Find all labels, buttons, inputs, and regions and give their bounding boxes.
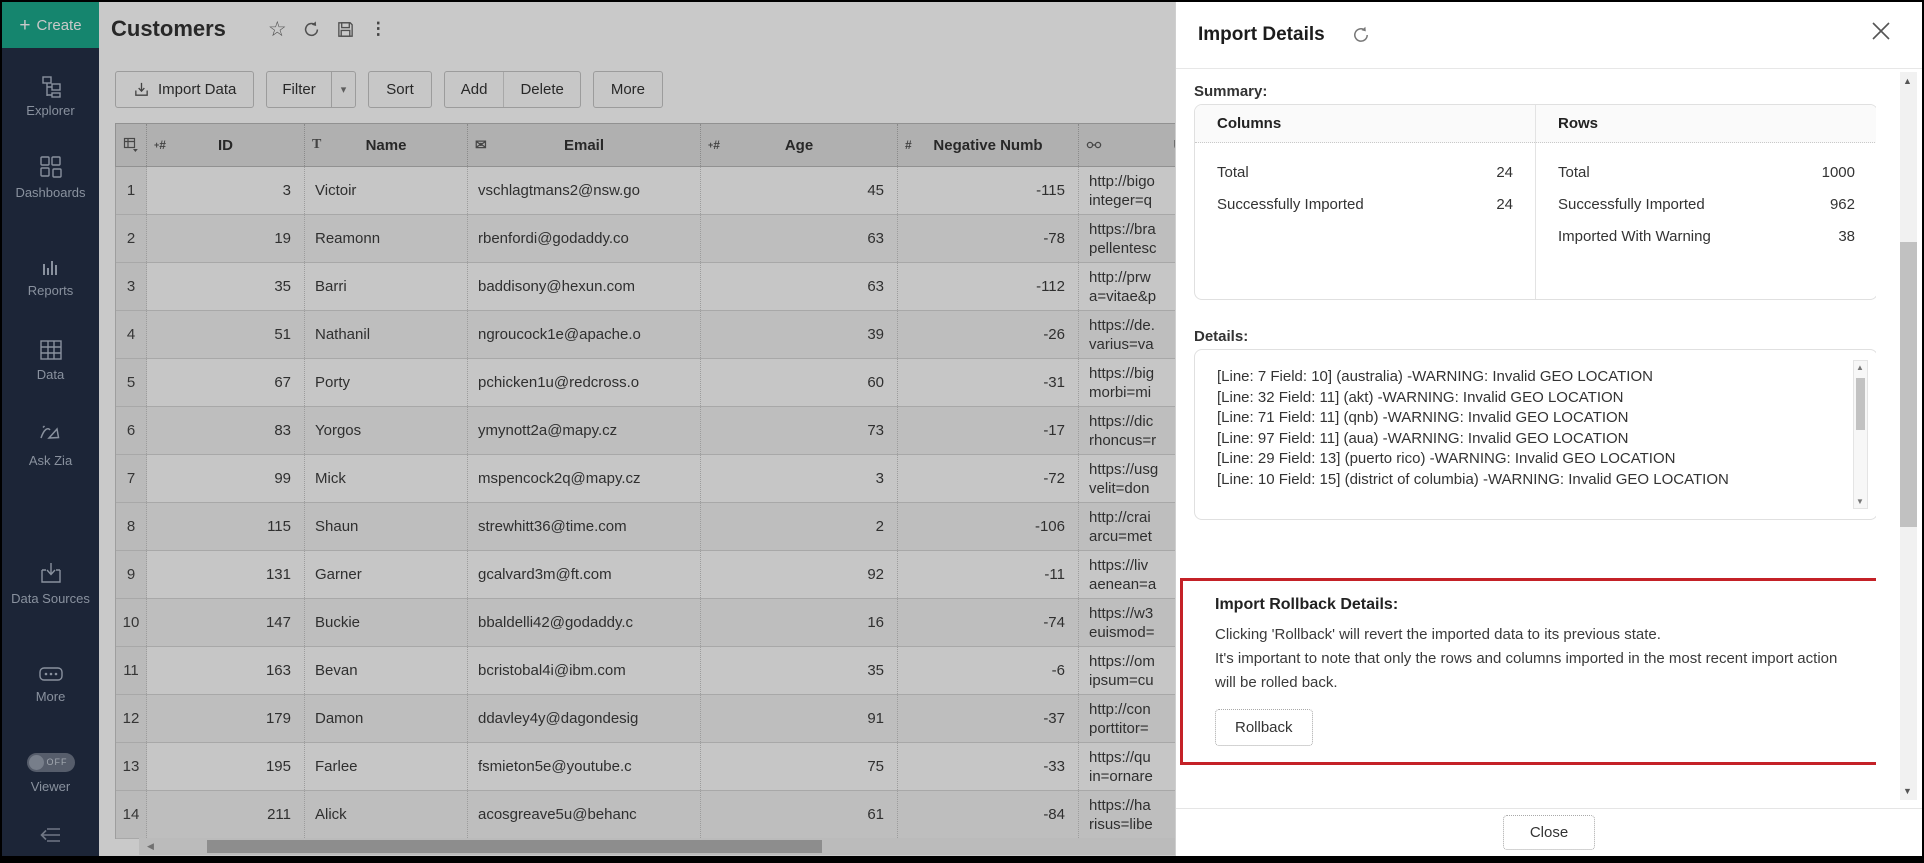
rollback-description-line: It's important to note that only the row… (1215, 647, 1860, 695)
panel-scrollbar[interactable]: ▲ ▼ (1900, 72, 1917, 800)
details-warning-line: [Line: 7 Field: 10] (australia) -WARNING… (1217, 367, 1833, 388)
summary-row-label: Successfully Imported (1558, 196, 1705, 213)
rollback-description: Clicking 'Rollback' will revert the impo… (1215, 623, 1860, 695)
panel-close-icon[interactable] (1868, 18, 1894, 49)
details-label: Details: (1194, 328, 1876, 345)
details-card: [Line: 7 Field: 10] (australia) -WARNING… (1194, 349, 1876, 520)
summary-columns-section: Columns Total 24 Successfully Imported 2… (1195, 105, 1536, 299)
panel-refresh-icon[interactable] (1351, 25, 1371, 45)
rollback-description-line: Clicking 'Rollback' will revert the impo… (1215, 623, 1860, 647)
scroll-up-arrow-icon[interactable]: ▲ (1856, 363, 1864, 372)
summary-rows-section: Rows Total 1000 Successfully Imported 96… (1536, 105, 1876, 299)
summary-label: Summary: (1194, 83, 1876, 100)
scroll-down-arrow-icon[interactable]: ▼ (1856, 497, 1864, 506)
summary-row: Total 1000 (1558, 164, 1855, 181)
details-warning-line: [Line: 10 Field: 15] (district of columb… (1217, 470, 1833, 491)
panel-scrollbar-thumb[interactable] (1900, 242, 1917, 527)
scroll-down-arrow-icon[interactable]: ▼ (1903, 786, 1912, 796)
details-warning-line: [Line: 32 Field: 11] (akt) -WARNING: Inv… (1217, 388, 1833, 409)
summary-row: Total 24 (1217, 164, 1513, 181)
panel-footer: Close (1176, 808, 1922, 856)
summary-row-value: 1000 (1822, 164, 1855, 181)
details-warning-line: [Line: 71 Field: 11] (qnb) -WARNING: Inv… (1217, 408, 1833, 429)
summary-row: Imported With Warning 38 (1558, 228, 1855, 245)
window-bottom-border (2, 856, 1922, 861)
summary-row: Successfully Imported 962 (1558, 196, 1855, 213)
summary-row-label: Total (1558, 164, 1590, 181)
rollback-button[interactable]: Rollback (1215, 709, 1313, 746)
summary-columns-header: Columns (1195, 105, 1535, 143)
import-details-panel: Import Details Summary: Columns Total 24 (1175, 2, 1922, 856)
panel-header: Import Details (1176, 2, 1922, 69)
summary-row-value: 24 (1496, 164, 1513, 181)
summary-row-label: Successfully Imported (1217, 196, 1364, 213)
details-scrollbar[interactable]: ▲ ▼ (1853, 360, 1868, 509)
panel-body: Summary: Columns Total 24 Successfully I… (1176, 70, 1876, 808)
panel-title: Import Details (1198, 24, 1325, 46)
scroll-up-arrow-icon[interactable]: ▲ (1903, 76, 1912, 86)
summary-row-value: 38 (1838, 228, 1855, 245)
details-scrollbar-thumb[interactable] (1856, 378, 1865, 430)
details-warning-line: [Line: 29 Field: 13] (puerto rico) -WARN… (1217, 449, 1833, 470)
summary-row: Successfully Imported 24 (1217, 196, 1513, 213)
details-lines: [Line: 7 Field: 10] (australia) -WARNING… (1217, 367, 1833, 490)
summary-row-value: 962 (1830, 196, 1855, 213)
rollback-heading: Import Rollback Details: (1215, 596, 1868, 614)
import-rollback-section: Import Rollback Details: Clicking 'Rollb… (1180, 578, 1876, 765)
summary-row-label: Total (1217, 164, 1249, 181)
summary-rows-header: Rows (1536, 105, 1876, 143)
details-warning-line: [Line: 97 Field: 11] (aua) -WARNING: Inv… (1217, 429, 1833, 450)
app-window: + Create Explorer Dashboards Reports Dat… (0, 0, 1924, 863)
summary-row-value: 24 (1496, 196, 1513, 213)
summary-card: Columns Total 24 Successfully Imported 2… (1194, 104, 1876, 300)
modal-dim-overlay (2, 2, 1175, 856)
summary-row-label: Imported With Warning (1558, 228, 1711, 245)
close-button[interactable]: Close (1503, 815, 1595, 850)
